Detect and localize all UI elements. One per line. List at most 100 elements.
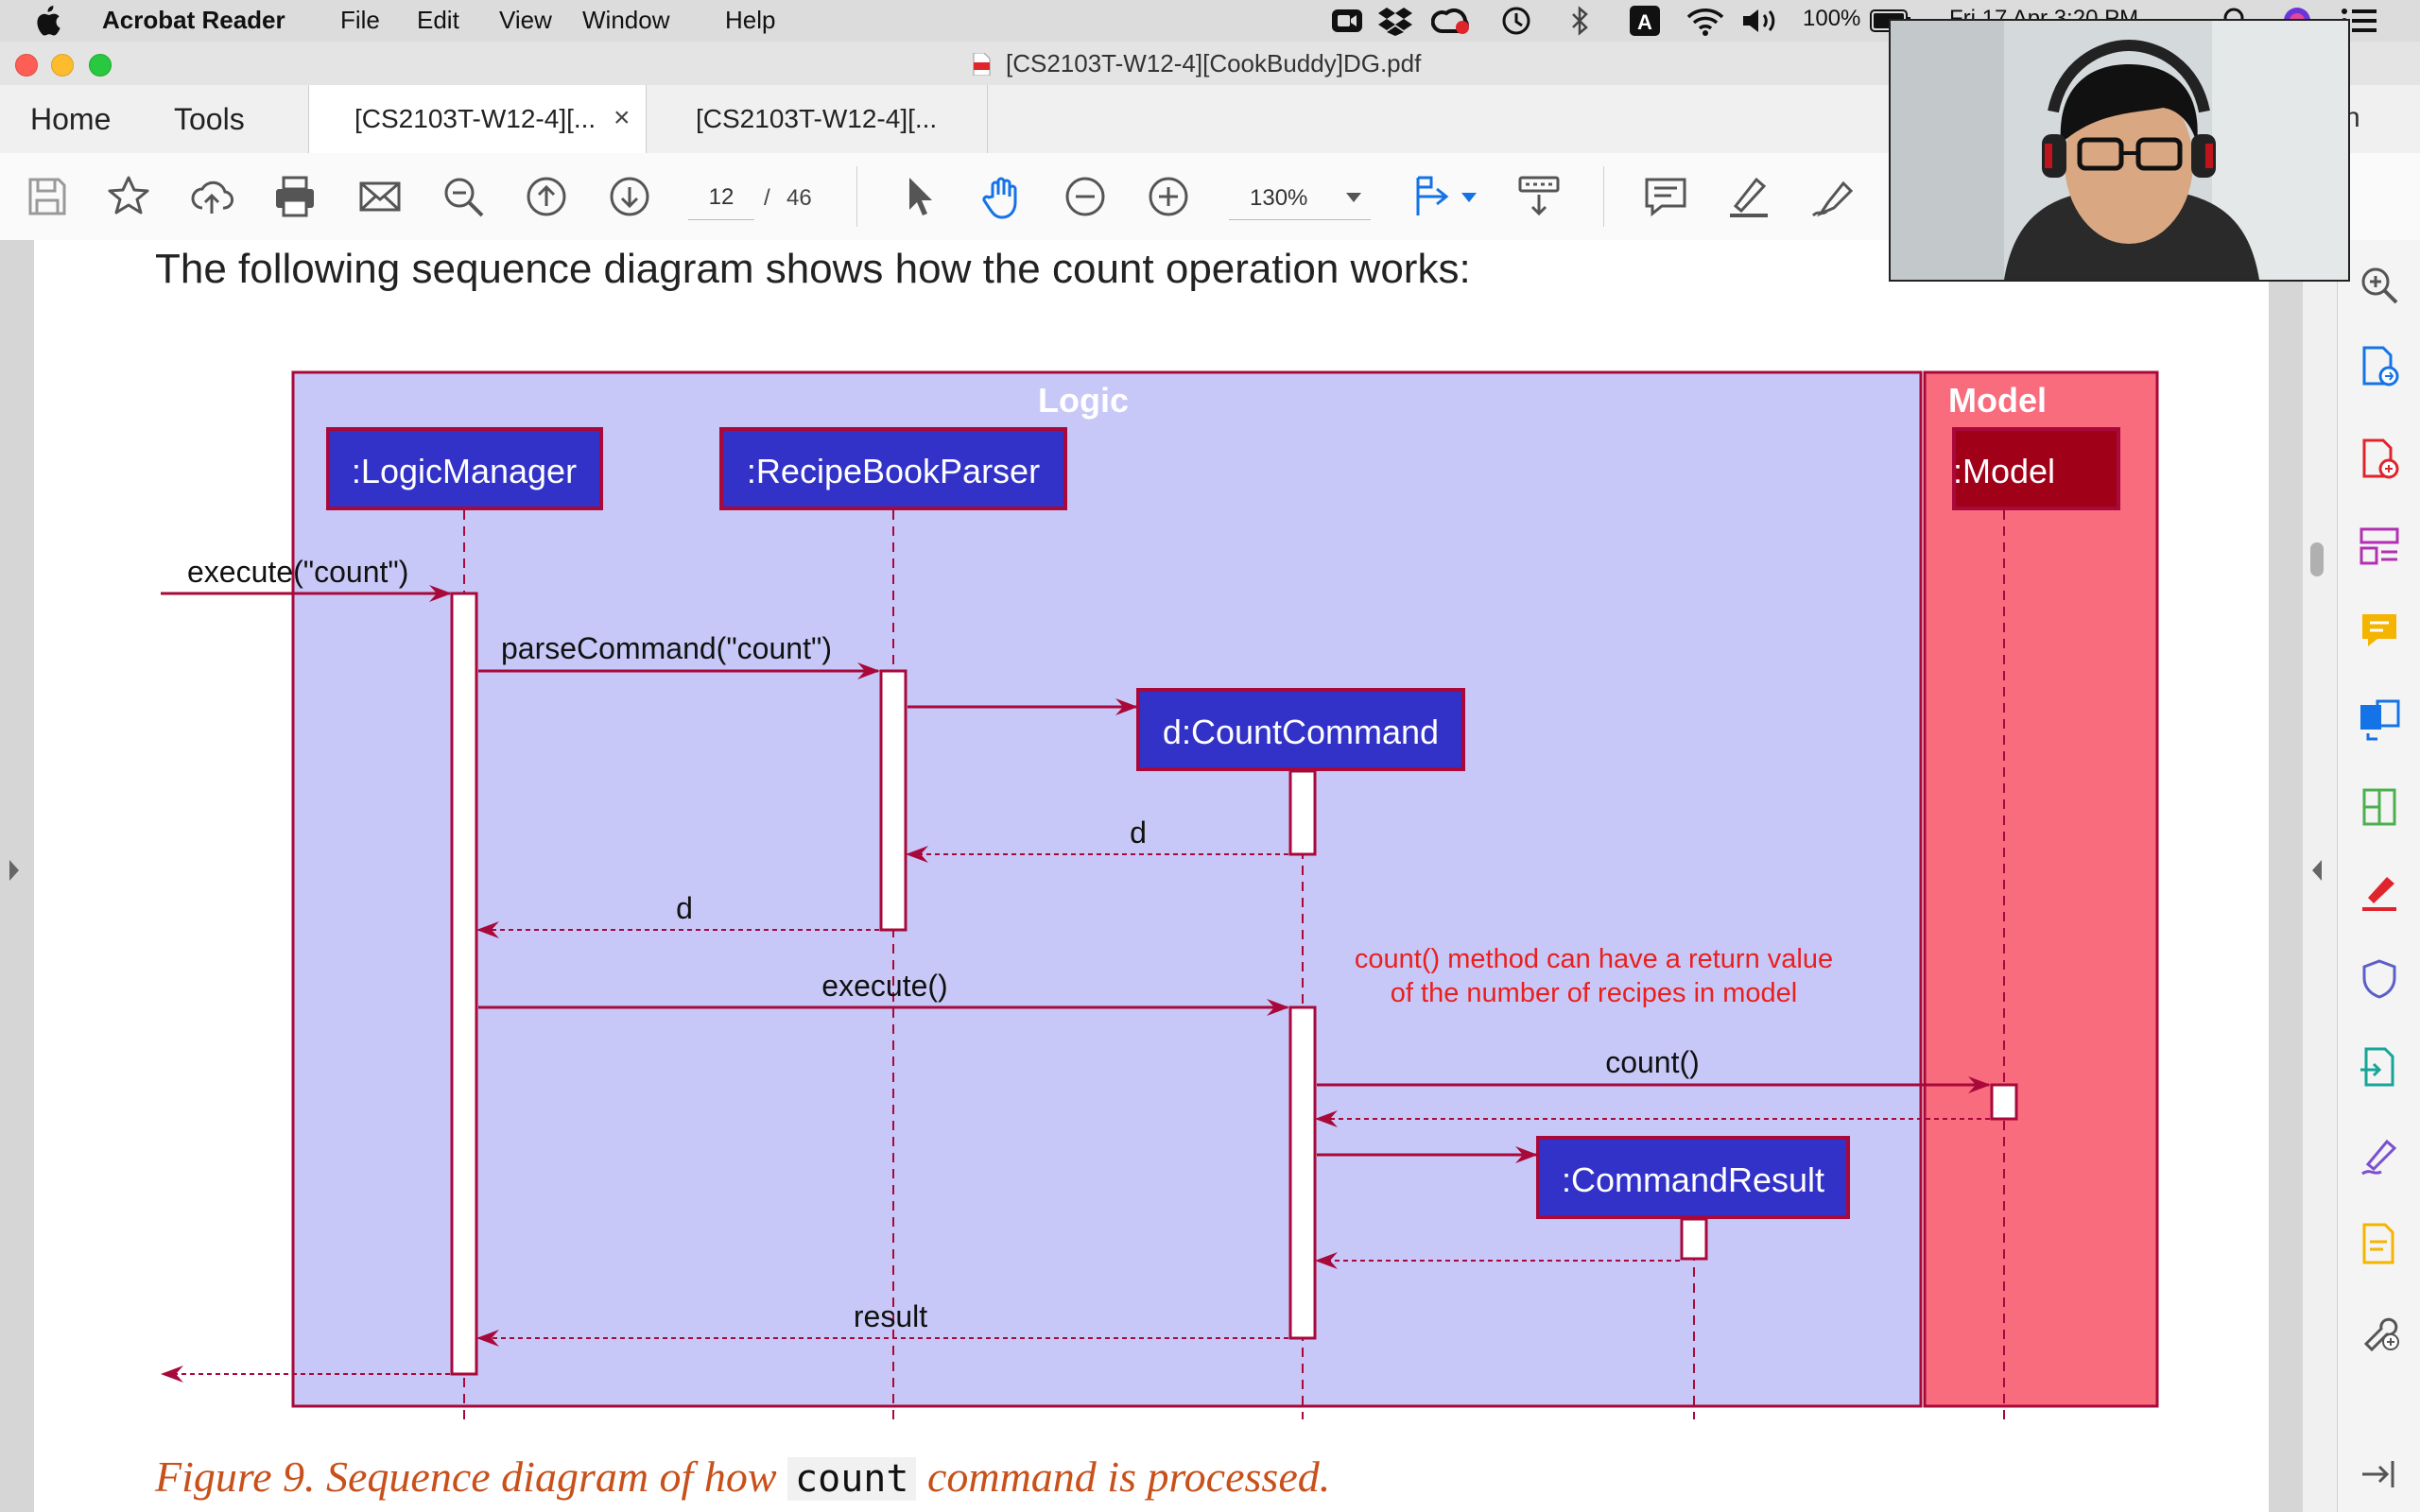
chevron-down-icon <box>1346 193 1361 202</box>
previous-page-icon[interactable] <box>524 174 569 219</box>
tab-tools[interactable]: Tools <box>174 85 245 153</box>
zoom-level-dropdown[interactable]: 130% <box>1229 176 1371 220</box>
more-tools-icon[interactable] <box>2359 1310 2400 1351</box>
edit-pdf-icon[interactable] <box>2359 1223 2400 1264</box>
organize-pages-icon[interactable] <box>2359 525 2400 567</box>
page-separator: / <box>764 185 770 211</box>
minimize-window-button[interactable] <box>51 54 74 77</box>
menu-file[interactable]: File <box>340 6 380 35</box>
export-pdf-icon[interactable] <box>2359 346 2400 387</box>
comment-icon[interactable] <box>1643 174 1688 219</box>
scrollbar-thumb[interactable] <box>2310 542 2324 576</box>
label-result: result <box>854 1299 927 1333</box>
logic-frame <box>291 370 1923 1408</box>
protect-shield-icon[interactable] <box>2359 958 2400 1000</box>
collapse-panel-icon[interactable] <box>2359 1453 2400 1495</box>
volume-icon[interactable] <box>1741 8 1787 34</box>
participant-model-label: :Model <box>1953 452 2055 490</box>
compress-pdf-icon[interactable] <box>2359 786 2400 828</box>
next-page-icon[interactable] <box>607 174 652 219</box>
save-icon[interactable] <box>25 174 70 219</box>
send-for-review-icon[interactable] <box>2359 1047 2400 1089</box>
zoom-window-button[interactable] <box>89 54 112 77</box>
tab-document-active[interactable]: [CS2103T-W12-4][... × <box>308 85 647 154</box>
bluetooth-icon[interactable] <box>1569 6 1592 36</box>
fit-page-icon[interactable] <box>1412 174 1458 219</box>
toolbar-divider <box>1603 166 1604 227</box>
battery-percent: 100% <box>1803 6 1861 31</box>
chevron-down-icon[interactable] <box>1461 193 1477 202</box>
figure-caption: Figure 9. Sequence diagram of how count … <box>155 1452 1330 1502</box>
zoom-level-value: 130% <box>1250 185 1308 211</box>
caption-prefix: Figure 9. Sequence diagram of how <box>155 1452 777 1501</box>
search-zoom-icon[interactable] <box>441 174 486 219</box>
svg-text:A: A <box>1637 10 1652 34</box>
right-panel-toggle-icon[interactable] <box>2310 860 2324 881</box>
right-tools-panel <box>2337 240 2420 1512</box>
note-line-2: of the number of recipes in model <box>1391 978 1797 1008</box>
tab-document-2-label: [CS2103T-W12-4][... <box>696 104 938 133</box>
caption-code: count <box>787 1457 917 1501</box>
logic-frame-label: Logic <box>1038 381 1129 420</box>
fill-sign-icon[interactable] <box>2359 871 2400 913</box>
left-panel-toggle-icon[interactable] <box>8 860 21 881</box>
tab-document-2[interactable]: [CS2103T-W12-4][... <box>647 85 988 153</box>
close-tab-icon[interactable]: × <box>614 102 631 134</box>
tab-document-active-label: [CS2103T-W12-4][... <box>354 104 596 133</box>
menu-window[interactable]: Window <box>582 6 669 35</box>
window-title: [CS2103T-W12-4][CookBuddy]DG.pdf <box>1006 49 1422 77</box>
select-cursor-icon[interactable] <box>896 174 942 219</box>
label-count: count() <box>1605 1045 1700 1079</box>
zoom-out-icon[interactable] <box>1063 174 1108 219</box>
pdf-file-icon <box>973 53 991 76</box>
page-number-input[interactable]: 12 <box>688 176 754 220</box>
sequence-diagram: Logic Model :LogicManager :RecipeBookPar… <box>161 370 2159 1419</box>
model-frame-label: Model <box>1948 381 2047 420</box>
vertical-scrollbar[interactable] <box>2303 240 2337 1512</box>
email-icon[interactable] <box>357 174 403 219</box>
label-parse-command: parseCommand("count") <box>501 631 832 665</box>
dropbox-icon[interactable] <box>1378 6 1412 36</box>
highlight-icon[interactable] <box>1726 174 1772 219</box>
participant-count-command-label: d:CountCommand <box>1163 713 1439 751</box>
menu-help[interactable]: Help <box>725 6 775 35</box>
zoom-search-icon[interactable] <box>2359 265 2400 306</box>
upload-cloud-icon[interactable] <box>189 174 234 219</box>
video-camera-icon[interactable] <box>1331 8 1363 34</box>
label-return-d-2: d <box>676 891 693 925</box>
zoom-in-icon[interactable] <box>1146 174 1191 219</box>
webcam-feed <box>1891 21 2348 280</box>
combine-files-icon[interactable] <box>2359 699 2400 741</box>
caption-suffix: command is processed. <box>926 1452 1331 1501</box>
participant-command-result-label: :CommandResult <box>1562 1160 1824 1199</box>
tab-home[interactable]: Home <box>30 85 111 153</box>
scroll-mode-icon[interactable] <box>1516 174 1562 219</box>
menu-view[interactable]: View <box>499 6 552 35</box>
label-return-d-1: d <box>1130 816 1147 850</box>
label-execute: execute() <box>821 969 947 1003</box>
app-menu[interactable]: Acrobat Reader <box>102 6 285 35</box>
create-pdf-icon[interactable] <box>2359 438 2400 480</box>
wifi-icon[interactable] <box>1686 6 1724 36</box>
comment-tool-icon[interactable] <box>2359 610 2400 652</box>
total-pages: 46 <box>786 185 812 211</box>
sign-pen-icon[interactable] <box>1809 174 1855 219</box>
participant-logic-manager-label: :LogicManager <box>352 452 577 490</box>
document-viewport[interactable]: The following sequence diagram shows how… <box>0 240 2337 1512</box>
toolbar-divider <box>856 166 857 227</box>
request-signature-icon[interactable] <box>2359 1136 2400 1177</box>
time-machine-icon[interactable] <box>1499 6 1531 36</box>
input-source-icon[interactable]: A <box>1630 6 1660 36</box>
creative-cloud-icon[interactable] <box>1431 7 1471 37</box>
close-window-button[interactable] <box>15 54 38 77</box>
video-call-overlay[interactable] <box>1889 19 2350 282</box>
label-execute-count: execute("count") <box>187 555 408 589</box>
model-frame <box>1923 370 2159 1408</box>
print-icon[interactable] <box>272 174 318 219</box>
apple-icon[interactable] <box>34 6 60 36</box>
participant-recipe-book-parser-label: :RecipeBookParser <box>747 452 1040 490</box>
bookmark-star-icon[interactable] <box>106 174 151 219</box>
menu-edit[interactable]: Edit <box>417 6 459 35</box>
pdf-page: The following sequence diagram shows how… <box>34 240 2269 1512</box>
hand-tool-icon[interactable] <box>979 174 1025 219</box>
